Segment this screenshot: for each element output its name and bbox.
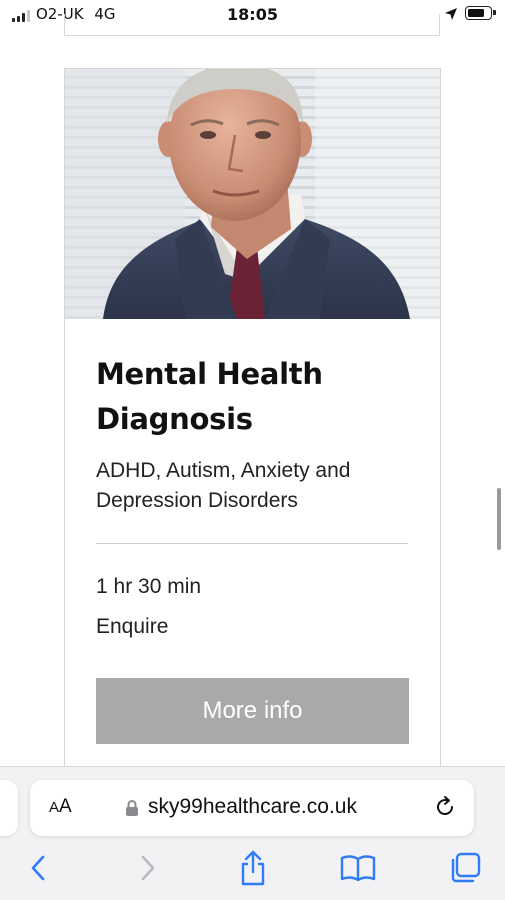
reader-label-small: A bbox=[49, 799, 60, 816]
session-duration: 1 hr 30 min bbox=[96, 575, 202, 598]
address-bar[interactable]: AA sky99healthcare.co.uk bbox=[30, 780, 474, 836]
page-scrollbar[interactable] bbox=[497, 488, 501, 550]
back-icon[interactable] bbox=[28, 853, 50, 883]
battery-icon bbox=[465, 6, 496, 20]
card-subtitle-line-1: ADHD, Autism, Anxiety and bbox=[96, 459, 351, 482]
forward-icon[interactable] bbox=[136, 853, 158, 883]
reader-settings-button[interactable]: AA bbox=[49, 796, 72, 818]
previous-card-edge bbox=[64, 14, 440, 36]
reader-label-large: A bbox=[59, 796, 72, 817]
url-text[interactable]: sky99healthcare.co.uk bbox=[148, 795, 357, 819]
more-info-button[interactable]: More info bbox=[96, 678, 409, 744]
card-title-line-2: Diagnosis bbox=[96, 402, 253, 436]
bookmarks-icon[interactable] bbox=[340, 853, 376, 883]
service-card: Mental Health Diagnosis ADHD, Autism, An… bbox=[64, 68, 441, 788]
card-title: Mental Health Diagnosis bbox=[96, 352, 416, 442]
lock-icon bbox=[126, 800, 138, 816]
doctor-portrait-image bbox=[65, 69, 440, 319]
card-title-line-1: Mental Health bbox=[96, 357, 323, 391]
tabs-icon[interactable] bbox=[448, 851, 482, 885]
card-subtitle: ADHD, Autism, Anxiety and Depression Dis… bbox=[96, 456, 416, 516]
browser-toolbar: AA sky99healthcare.co.uk bbox=[0, 766, 505, 900]
reload-icon[interactable] bbox=[433, 795, 457, 819]
previous-tab-peek[interactable] bbox=[0, 780, 18, 836]
card-divider bbox=[96, 543, 408, 544]
card-subtitle-line-2: Depression Disorders bbox=[96, 489, 298, 512]
price-label: Enquire bbox=[96, 615, 169, 638]
location-arrow-icon bbox=[445, 8, 457, 20]
share-icon[interactable] bbox=[238, 849, 268, 887]
battery-level bbox=[468, 9, 484, 17]
